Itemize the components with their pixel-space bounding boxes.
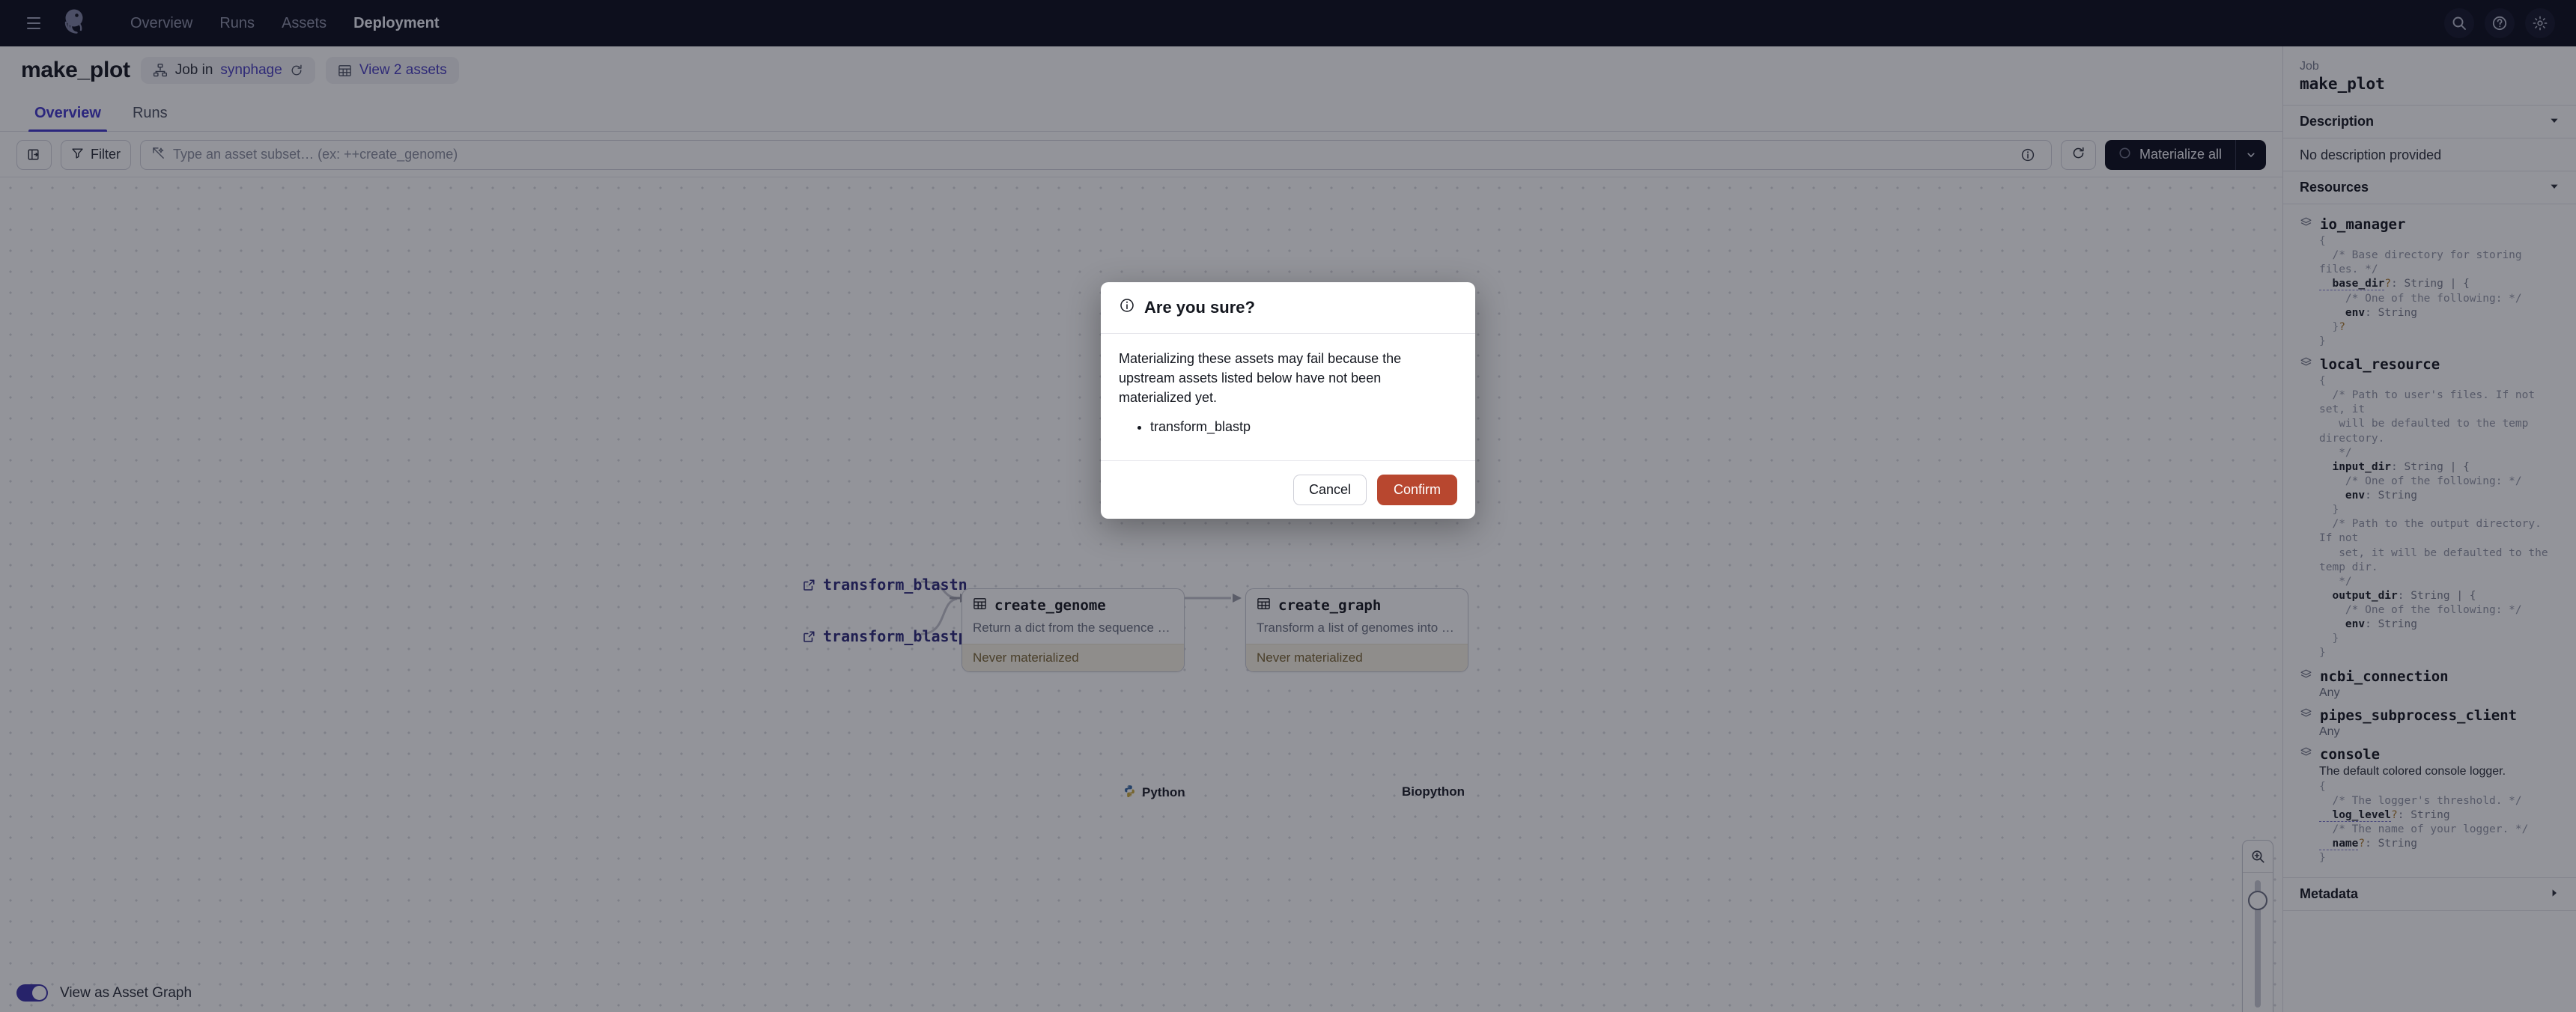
info-circle-icon bbox=[1119, 297, 1135, 318]
confirm-materialize-dialog: Are you sure? Materializing these assets… bbox=[1101, 282, 1475, 519]
dialog-header: Are you sure? bbox=[1101, 282, 1475, 334]
dialog-body: Materializing these assets may fail beca… bbox=[1101, 334, 1475, 450]
confirm-button[interactable]: Confirm bbox=[1376, 475, 1457, 506]
dialog-message: Materializing these assets may fail beca… bbox=[1119, 351, 1402, 406]
cancel-button[interactable]: Cancel bbox=[1292, 475, 1367, 506]
dialog-footer: Cancel Confirm bbox=[1101, 460, 1475, 519]
dialog-title: Are you sure? bbox=[1144, 298, 1255, 317]
dialog-asset-list: transform_blastp bbox=[1119, 418, 1457, 436]
list-item: transform_blastp bbox=[1150, 418, 1457, 436]
